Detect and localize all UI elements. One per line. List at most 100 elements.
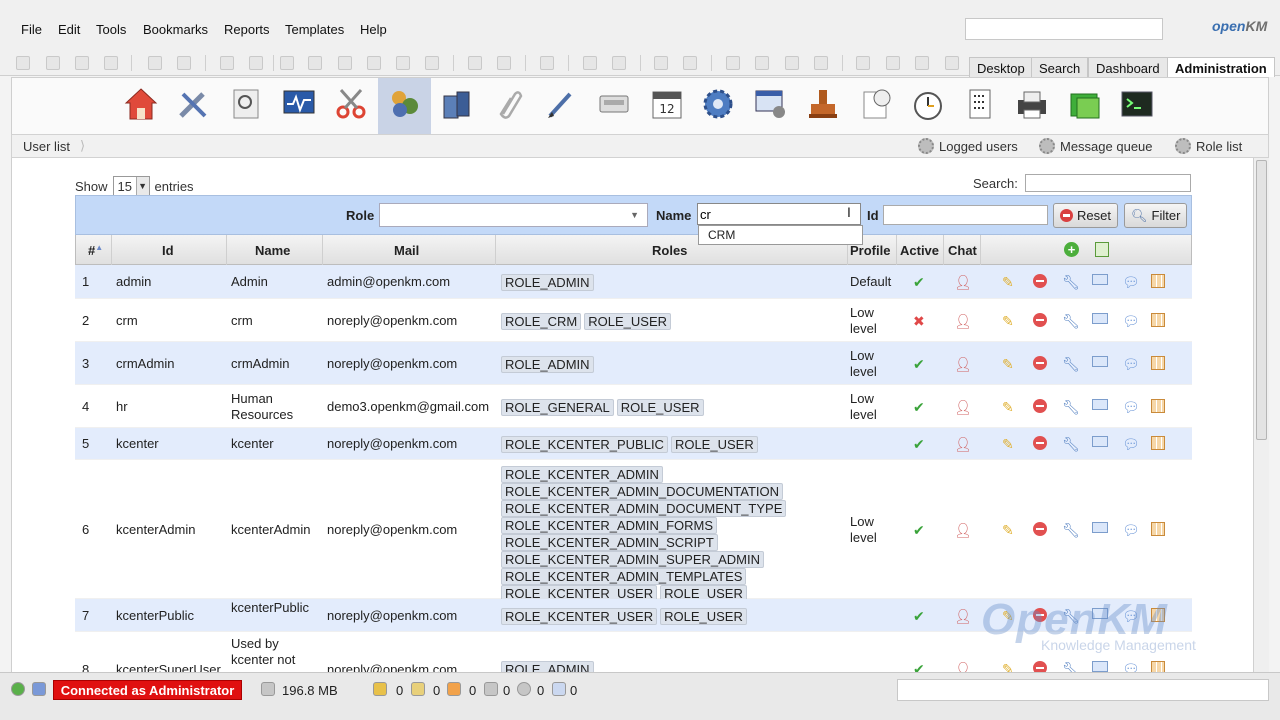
mail-icon[interactable]: [1092, 274, 1108, 285]
id-filter-input[interactable]: [883, 205, 1048, 225]
delete-user-icon[interactable]: [1033, 436, 1047, 450]
tb-remove-subscription-icon[interactable]: [612, 56, 626, 70]
tb-add-subscription-icon[interactable]: [583, 56, 597, 70]
tb-forward-icon[interactable]: [915, 56, 929, 70]
wrench-icon[interactable]: 🔧︎: [1062, 274, 1080, 290]
user-config-icon[interactable]: [1151, 398, 1165, 413]
tb-mail-icon[interactable]: [249, 56, 263, 70]
wrench-icon[interactable]: 🔧︎: [1062, 522, 1080, 538]
user-config-icon[interactable]: [1151, 607, 1165, 622]
tb-find-document-icon[interactable]: [75, 56, 89, 70]
mail-icon[interactable]: [1092, 436, 1108, 447]
edit-pencil-icon[interactable]: ✎: [1002, 399, 1014, 415]
col-header-name[interactable]: Name: [255, 243, 290, 258]
wrench-icon[interactable]: 🔧︎: [1062, 436, 1080, 452]
menu-bookmarks[interactable]: Bookmarks: [143, 22, 208, 37]
tb-workflow-icon[interactable]: [540, 56, 554, 70]
delete-user-icon[interactable]: [1033, 274, 1047, 288]
list-document-icon[interactable]: [962, 86, 998, 122]
tb-refresh-icon[interactable]: [654, 56, 668, 70]
tb-home-icon[interactable]: [683, 56, 697, 70]
user-config-icon[interactable]: [1151, 436, 1165, 450]
clock-document-icon[interactable]: [858, 86, 894, 122]
printer-icon[interactable]: [1014, 86, 1050, 122]
mail-icon[interactable]: [1092, 661, 1108, 672]
table-row[interactable]: 1 admin Admin admin@openkm.com ROLE_ADMIN Def…: [75, 265, 1192, 299]
tb-checkout-icon[interactable]: [308, 56, 322, 70]
edit-pencil-icon[interactable]: ✎: [1002, 274, 1014, 290]
chat-bubble-icon[interactable]: 💬︎: [1122, 274, 1140, 290]
delete-user-icon[interactable]: [1033, 607, 1047, 622]
wrench-icon[interactable]: 🔧︎: [1062, 313, 1080, 329]
window-settings-icon[interactable]: [753, 86, 789, 122]
user-config-icon[interactable]: [1151, 355, 1165, 370]
tb-clock-icon[interactable]: [886, 56, 900, 70]
delete-user-icon[interactable]: [1033, 661, 1047, 672]
breadcrumb[interactable]: User list: [23, 139, 70, 154]
tb-cancel-checkout-icon[interactable]: [367, 56, 381, 70]
menu-templates[interactable]: Templates: [285, 22, 344, 37]
filter-button[interactable]: 🔍︎ Filter: [1124, 203, 1188, 228]
logged-users-link[interactable]: Logged users: [918, 138, 1018, 154]
name-autocomplete-option[interactable]: CRM: [698, 225, 863, 245]
green-folder-icon[interactable]: [1067, 86, 1103, 122]
mail-icon[interactable]: [1092, 521, 1108, 533]
user-config-icon[interactable]: [1151, 661, 1165, 672]
proposed-subscriptions-icon[interactable]: [484, 682, 498, 696]
edit-pencil-icon[interactable]: ✎: [1002, 608, 1014, 624]
col-header-active[interactable]: Active: [900, 243, 939, 258]
chat-bubble-icon[interactable]: 💬︎: [1122, 661, 1140, 672]
name-filter-input[interactable]: cr: [697, 203, 861, 225]
wrench-icon[interactable]: 🔧︎: [1062, 661, 1080, 672]
users-icon[interactable]: [386, 86, 422, 122]
delete-user-icon[interactable]: [1033, 398, 1047, 413]
mail-icon[interactable]: [1092, 312, 1108, 324]
pen-icon[interactable]: [544, 86, 580, 122]
table-row[interactable]: 5 kcenter kcenter noreply@openkm.com ROLE_KC…: [75, 428, 1192, 460]
wrench-icon[interactable]: 🔧︎: [1062, 608, 1080, 624]
chat-bubble-icon[interactable]: 💬︎: [1122, 356, 1140, 372]
tb-uploader-icon[interactable]: [755, 56, 769, 70]
tb-back-icon[interactable]: [856, 56, 870, 70]
home-icon[interactable]: [123, 86, 159, 122]
stopwatch-icon[interactable]: [910, 86, 946, 122]
database-icon[interactable]: [439, 86, 475, 122]
locked-documents-icon[interactable]: [373, 682, 387, 696]
tab-search[interactable]: Search: [1031, 57, 1089, 77]
menu-file[interactable]: File: [21, 22, 42, 37]
col-header-chat[interactable]: Chat: [948, 243, 977, 258]
tb-lock-icon[interactable]: [148, 56, 162, 70]
delete-user-icon[interactable]: [1033, 312, 1047, 327]
proposed-queries-icon[interactable]: [552, 682, 566, 696]
role-filter-select[interactable]: ▼: [379, 203, 648, 227]
chat-bubble-icon[interactable]: 💬︎: [1122, 436, 1140, 452]
edit-pencil-icon[interactable]: ✎: [1002, 522, 1014, 538]
tb-create-folder-icon[interactable]: [16, 56, 30, 70]
table-row[interactable]: 8 kcenterSuperUser Used by kcenter not nore…: [75, 632, 1192, 672]
user-config-icon[interactable]: [1151, 521, 1165, 536]
edit-pencil-icon[interactable]: ✎: [1002, 436, 1014, 452]
message-queue-link[interactable]: Message queue: [1039, 138, 1153, 154]
tab-administration[interactable]: Administration: [1167, 57, 1275, 77]
menu-tools[interactable]: Tools: [96, 22, 126, 37]
tab-desktop[interactable]: Desktop: [969, 57, 1033, 77]
chat-bubble-icon[interactable]: 💬︎: [1122, 399, 1140, 415]
tb-delete-icon[interactable]: [280, 56, 294, 70]
menu-help[interactable]: Help: [360, 22, 387, 37]
mail-icon[interactable]: [1092, 355, 1108, 367]
tb-download-icon[interactable]: [396, 56, 410, 70]
gear-icon[interactable]: [700, 86, 736, 122]
tb-add-document-icon[interactable]: [220, 56, 234, 70]
col-header-roles[interactable]: Roles: [652, 243, 687, 258]
tb-scanner-icon[interactable]: [726, 56, 740, 70]
table-row[interactable]: 2 crm crm noreply@openkm.com ROLE_CRM ROLE_US…: [75, 299, 1192, 342]
tb-stop-icon[interactable]: [425, 56, 439, 70]
scanner-icon[interactable]: [596, 86, 632, 122]
add-user-icon[interactable]: +: [1064, 242, 1079, 257]
table-row[interactable]: 6 kcenterAdmin kcenterAdmin noreply@openkm.…: [75, 460, 1192, 602]
workflow-tasks-icon[interactable]: [517, 682, 531, 696]
calendar-icon[interactable]: 12: [649, 86, 685, 122]
role-list-link[interactable]: Role list: [1175, 138, 1242, 154]
tb-merge-icon[interactable]: [814, 56, 828, 70]
chat-bubble-icon[interactable]: 💬︎: [1122, 313, 1140, 329]
